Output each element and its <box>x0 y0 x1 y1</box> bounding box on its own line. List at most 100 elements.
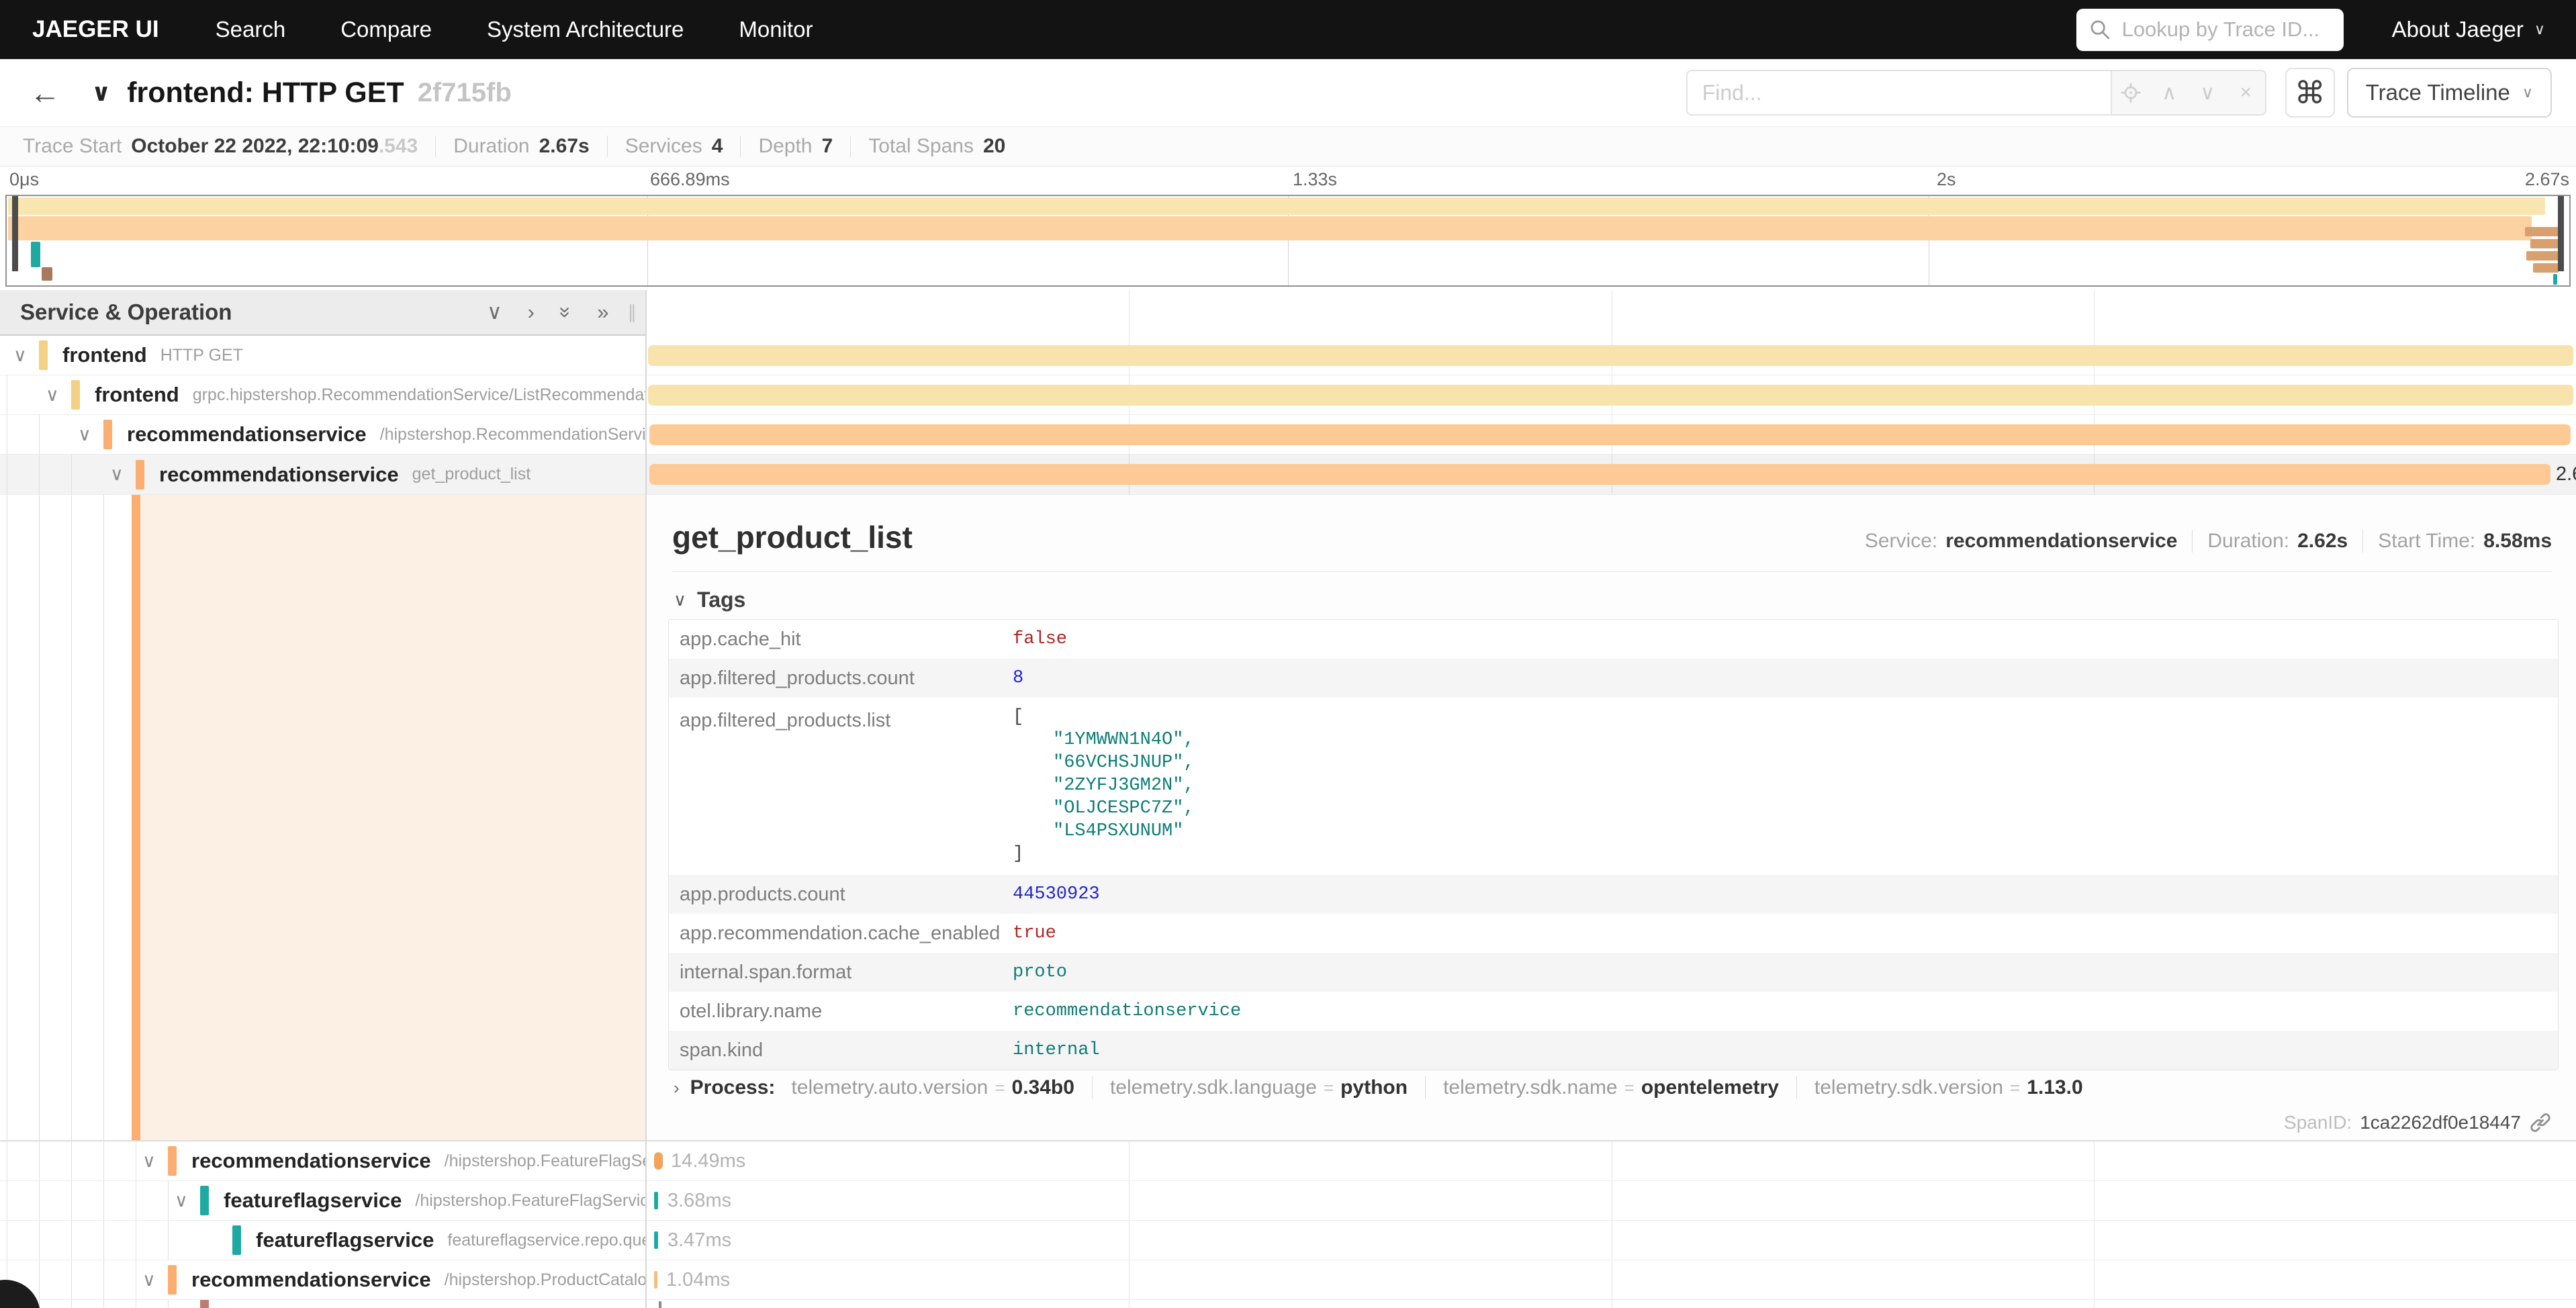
span-color-bar <box>39 340 48 370</box>
span-duration-bar[interactable] <box>654 1231 658 1249</box>
meta-label: Service: <box>1865 530 1937 553</box>
column-splitter[interactable] <box>645 290 647 1308</box>
trace-duration-value: 2.67s <box>539 135 590 158</box>
chevron-down-icon[interactable]: ∨ <box>175 1190 200 1211</box>
clear-find-button[interactable]: × <box>2227 71 2265 114</box>
chevron-down-icon[interactable]: ∨ <box>78 424 103 445</box>
link-icon[interactable] <box>2529 1111 2552 1134</box>
trace-view-selector[interactable]: Trace Timeline ∨ <box>2347 68 2552 118</box>
back-button[interactable]: ← <box>30 75 60 111</box>
span-duration-bar[interactable] <box>654 1192 658 1209</box>
tag-row: app.cache_hit false <box>669 620 2558 659</box>
span-operation-name: /hipstershop.FeatureFlagService... <box>445 1152 646 1171</box>
chevron-down-icon[interactable]: ∨ <box>487 300 502 324</box>
trace-start-value: October 22 2022, 22:10:09 <box>131 135 379 158</box>
span-duration-bar[interactable] <box>648 345 2573 366</box>
tags-section-header[interactable]: ∨ Tags <box>674 588 745 612</box>
tag-value: 44530923 <box>1013 883 1100 906</box>
indent-guide <box>71 495 72 1140</box>
tag-value: internal <box>1013 1039 1100 1062</box>
minimap-span-bar <box>2525 227 2559 236</box>
column-resize-grip[interactable]: ∥ <box>628 302 637 323</box>
timeline-tick: 0μs <box>655 301 686 322</box>
double-chevron-down-icon[interactable]: » <box>554 306 578 318</box>
chevron-down-icon[interactable]: ∨ <box>110 464 136 485</box>
about-jaeger-menu[interactable]: About Jaeger ∨ <box>2392 17 2545 42</box>
chevron-down-icon: ∨ <box>2200 81 2215 105</box>
tag-key: internal.span.format <box>669 962 1013 984</box>
minimap-span-bar <box>8 216 2532 240</box>
trace-collapse-toggle[interactable]: ∨ <box>91 79 111 107</box>
summary-label: Trace Start <box>23 135 122 158</box>
span-row-selected[interactable]: ∨ recommendationservice get_product_list… <box>0 455 2576 495</box>
trace-id-lookup <box>2076 9 2344 51</box>
span-duration-bar[interactable] <box>649 424 2571 445</box>
span-id-label: SpanID: <box>2284 1112 2352 1133</box>
span-duration-bar[interactable] <box>649 464 2550 485</box>
nav-item-system-architecture[interactable]: System Architecture <box>487 17 684 42</box>
span-service-name: featureflagservice <box>256 1228 434 1252</box>
span-duration-bar[interactable] <box>648 385 2573 406</box>
summary-label: Total Spans <box>868 135 974 158</box>
about-jaeger-label: About Jaeger <box>2392 17 2524 42</box>
span-service-name: featureflagservice <box>224 1188 402 1213</box>
summary-label: Depth <box>758 135 812 158</box>
nav-item-compare[interactable]: Compare <box>340 17 432 42</box>
minimap-span-bar <box>42 267 52 281</box>
divider <box>1092 1076 1093 1099</box>
span-row[interactable]: ∨ recommendationservice /hipstershop.Pro… <box>0 1260 2576 1300</box>
jaeger-logo[interactable]: JAEGER UI <box>32 16 159 43</box>
indent-guide <box>39 455 40 494</box>
trace-id-lookup-input[interactable] <box>2121 17 2332 42</box>
span-row-partial[interactable] <box>0 1300 2576 1308</box>
chevron-down-icon[interactable]: ∨ <box>142 1151 168 1172</box>
indent-guide <box>39 1221 40 1260</box>
meta-service-value: recommendationservice <box>1945 530 2177 553</box>
span-duration-bar[interactable] <box>654 1271 657 1289</box>
span-row[interactable]: ∨ recommendationservice /hipstershop.Rec… <box>0 415 2576 455</box>
span-duration-label: 3.47ms <box>668 1229 731 1252</box>
span-operation-name: grpc.hipstershop.RecommendationService/L… <box>193 385 646 405</box>
trace-start-ms: .543 <box>379 135 418 158</box>
span-row[interactable]: ∨ frontend grpc.hipstershop.Recommendati… <box>0 375 2576 415</box>
jaeger-trace-page: JAEGER UI Search Compare System Architec… <box>0 0 2576 1308</box>
minimap-left-drag-handle[interactable] <box>12 196 18 271</box>
double-chevron-right-icon[interactable]: » <box>597 300 608 324</box>
trace-summary-bar: Trace Start October 22 2022, 22:10:09 .5… <box>0 126 2576 167</box>
span-row[interactable]: ∨ frontend HTTP GET <box>0 336 2576 375</box>
tag-key: app.products.count <box>669 884 1013 906</box>
tag-key: span.kind <box>669 1039 1013 1062</box>
divider <box>2192 530 2193 553</box>
divider <box>850 136 851 157</box>
prev-match-button[interactable]: ∧ <box>2150 71 2189 114</box>
minimap-canvas[interactable] <box>5 195 2571 287</box>
span-detail-panel: get_product_list Service: recommendation… <box>647 495 2576 1141</box>
chevron-down-icon[interactable]: ∨ <box>13 345 39 366</box>
next-match-button[interactable]: ∨ <box>2189 71 2227 114</box>
span-duration-label: 2.62s <box>2556 463 2576 485</box>
span-row[interactable]: ∨ featureflagservice featureflagservice.… <box>0 1221 2576 1260</box>
tag-value: [ "1YMWWN1N4O", "66VCHSJNUP", "2ZYFJ3GM2… <box>1013 706 1195 866</box>
chevron-up-icon: ∧ <box>2162 81 2176 105</box>
find-input[interactable] <box>1701 80 2097 106</box>
nav-item-monitor[interactable]: Monitor <box>739 17 813 42</box>
span-duration-bar[interactable] <box>659 1301 661 1308</box>
nav-item-search[interactable]: Search <box>216 17 286 42</box>
list-item: "1YMWWN1N4O", <box>1013 729 1195 751</box>
chevron-down-icon[interactable]: ∨ <box>142 1270 168 1291</box>
minimap-right-drag-handle[interactable] <box>2558 196 2564 271</box>
process-row[interactable]: › Process: telemetry.auto.version = 0.34… <box>674 1076 2083 1099</box>
trace-view-label: Trace Timeline <box>2366 80 2510 105</box>
minimap-tick: 666.89ms <box>650 169 730 190</box>
span-row[interactable]: ∨ featureflagservice /hipstershop.Featur… <box>0 1181 2576 1221</box>
focus-match-button[interactable] <box>2112 71 2150 114</box>
span-duration-bar[interactable] <box>654 1152 663 1170</box>
span-duration-label: 14.49ms <box>671 1150 745 1172</box>
tag-value: true <box>1013 922 1056 945</box>
keyboard-shortcuts-button[interactable]: ⌘ <box>2285 68 2335 118</box>
span-row[interactable]: ∨ recommendationservice /hipstershop.Fea… <box>0 1141 2576 1181</box>
chevron-right-icon[interactable]: › <box>528 300 535 324</box>
trace-id-short: 2f715fb <box>418 78 512 108</box>
chevron-down-icon[interactable]: ∨ <box>46 385 71 406</box>
tag-value: false <box>1013 628 1067 651</box>
